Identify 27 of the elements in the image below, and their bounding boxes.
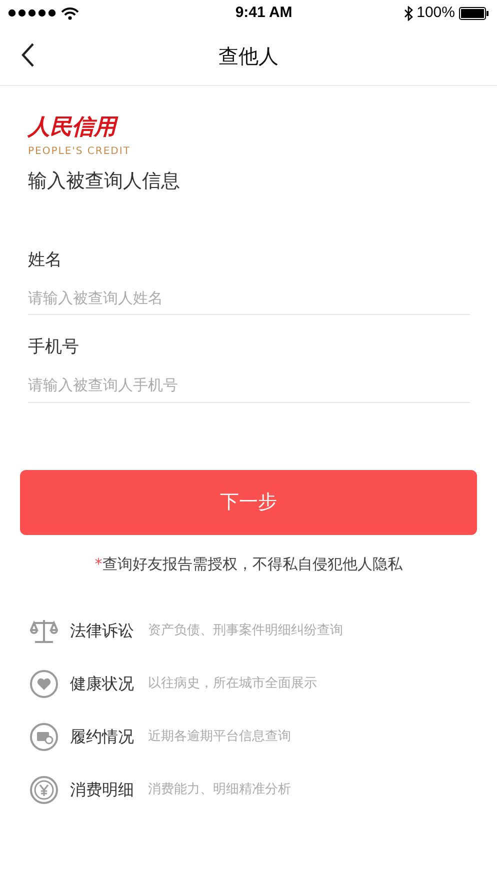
feature-description: 消费能力、明细精准分析 (148, 780, 291, 799)
back-icon (21, 42, 35, 68)
next-button[interactable]: 下一步 (20, 470, 477, 534)
page-title: 查他人 (218, 42, 278, 70)
card-icon (29, 722, 59, 752)
signal-icon (8, 9, 56, 17)
wifi-icon (61, 6, 79, 20)
status-time: 9:41 AM (235, 2, 292, 23)
feature-title: 健康状况 (70, 672, 134, 694)
input-field[interactable]: 请输入被查询人姓名 (28, 281, 470, 315)
feature-description: 近期各逾期平台信息查询 (148, 728, 291, 746)
feature-title: 履约情况 (70, 726, 134, 748)
feature-title: 法律诉讼 (70, 620, 134, 642)
field-label: 姓名 (28, 248, 63, 272)
feature-title: 消费明细 (70, 778, 134, 800)
form-heading: 输入被查询人信息 (28, 169, 180, 194)
logo-title: 人民信用 (28, 116, 116, 138)
yen-coin-icon (29, 774, 59, 804)
battery-percent: 100% (416, 2, 455, 23)
privacy-notice: *查询好友报告需授权，不得私自侵犯他人隐私 (94, 554, 402, 574)
battery-icon (459, 6, 489, 20)
feature-description: 以往病史，所在城市全面展示 (148, 674, 317, 693)
input-field[interactable]: 请输入被查询人手机号 (28, 368, 470, 402)
bluetooth-icon (404, 6, 413, 20)
field-label: 手机号 (28, 336, 80, 359)
feature-description: 资产负债、刑事案件明细纠纷查询 (148, 622, 343, 640)
logo-subtitle: PEOPLE'S CREDIT (28, 145, 130, 159)
